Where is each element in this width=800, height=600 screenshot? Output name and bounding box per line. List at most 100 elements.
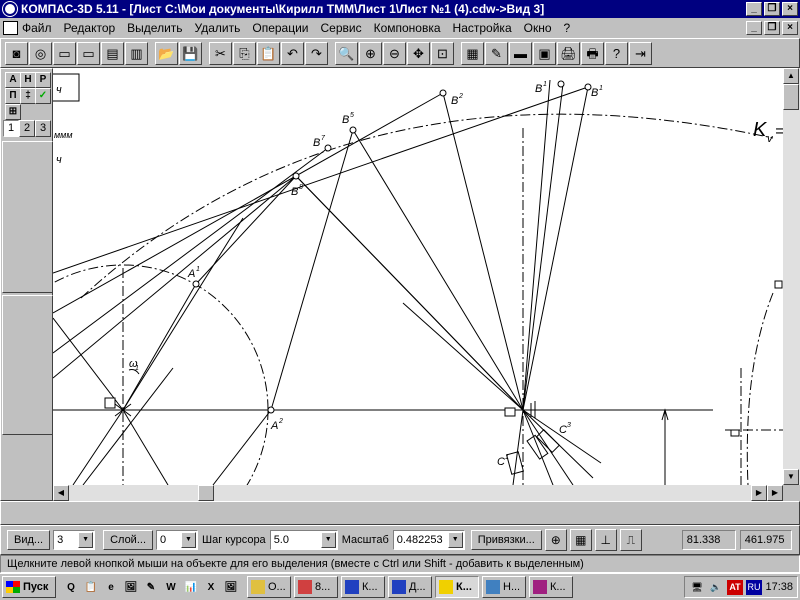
redo-icon[interactable]: ↷ (305, 41, 328, 65)
menu-item-3[interactable]: Удалить (189, 21, 247, 35)
task-button-3[interactable]: Д... (388, 576, 432, 598)
quicklaunch-item-2[interactable]: e (102, 578, 120, 596)
quicklaunch-item-8[interactable]: 🖼 (222, 578, 240, 596)
quicklaunch-item-6[interactable]: 📊 (182, 578, 200, 596)
scroll-end-button[interactable]: ▶ (767, 485, 783, 501)
chevron-down-icon[interactable]: ▼ (78, 532, 94, 548)
quicklaunch-item-3[interactable]: 🖼 (122, 578, 140, 596)
horizontal-scroll-thumb[interactable] (198, 485, 214, 501)
vertical-scroll-thumb[interactable] (783, 84, 799, 110)
tool-check-button[interactable]: ✓ (35, 88, 51, 104)
open-folder-icon[interactable]: 📂 (155, 41, 178, 65)
page-tab-3[interactable]: 3 (35, 120, 51, 137)
task-button-0[interactable]: О... (247, 576, 291, 598)
language-indicator[interactable]: RU (746, 579, 762, 595)
kompas-logo-icon[interactable] (3, 2, 17, 16)
snaps-button[interactable]: Привязки... (470, 530, 542, 550)
layer-icon[interactable]: ▬ (509, 41, 532, 65)
menu-item-9[interactable]: ? (558, 21, 577, 35)
exit-icon[interactable]: ⇥ (629, 41, 652, 65)
network-icon[interactable]: 🖥 (689, 580, 705, 595)
doc-minimize-button[interactable]: _ (746, 21, 762, 35)
new-model-icon[interactable]: ▥ (125, 41, 148, 65)
task-button-1[interactable]: 8... (294, 576, 338, 598)
menu-item-6[interactable]: Компоновка (368, 21, 447, 35)
scroll-up-button[interactable]: ▲ (783, 68, 799, 84)
layer-button[interactable]: Слой... (103, 530, 153, 550)
scroll-left-button[interactable]: ◀ (53, 485, 69, 501)
task-button-4[interactable]: К... (435, 576, 479, 598)
new-spec-icon[interactable]: ▤ (101, 41, 124, 65)
tool-a-button[interactable]: А (5, 72, 21, 88)
menu-item-8[interactable]: Окно (518, 21, 558, 35)
ati-icon[interactable]: AT (727, 579, 743, 595)
zoom-in-icon[interactable]: ⊕ (359, 41, 382, 65)
quicklaunch-item-7[interactable]: X (202, 578, 220, 596)
start-button[interactable]: Пуск (2, 576, 56, 598)
task-button-2[interactable]: К... (341, 576, 385, 598)
print-icon[interactable]: 🖶 (581, 41, 604, 65)
tool-p-button[interactable]: П (5, 88, 21, 104)
new-text-doc-icon[interactable]: ▭ (77, 41, 100, 65)
snap-target-icon[interactable]: ⊕ (544, 529, 567, 551)
tool-dagger-button[interactable]: ‡ (20, 88, 36, 104)
step-mode-icon[interactable]: ⎍ (619, 529, 642, 551)
view-select[interactable]: 3 ▼ (53, 530, 96, 550)
drawing-canvas[interactable]: ч ммм ч K v = B 8 B 7 B 5 B 2 B 1 B 1 A … (53, 68, 783, 485)
cut-icon[interactable]: ✂ (209, 41, 232, 65)
page-tab-1[interactable]: 1 (3, 120, 19, 137)
pan-icon[interactable]: ✥ (407, 41, 430, 65)
cursor-step-select[interactable]: 5.0 ▼ (269, 530, 338, 550)
zoom-window-icon[interactable]: 🔍 (335, 41, 358, 65)
view-button[interactable]: Вид... (7, 530, 51, 550)
menu-item-5[interactable]: Сервис (315, 21, 368, 35)
task-button-6[interactable]: К... (529, 576, 573, 598)
horizontal-scrollbar[interactable]: ◀ ▶ ▶ (53, 485, 783, 501)
quicklaunch-item-4[interactable]: ✎ (142, 578, 160, 596)
grid-toggle-icon[interactable]: ▦ (569, 529, 592, 551)
volume-icon[interactable]: 🔈 (708, 580, 724, 595)
chevron-down-icon[interactable]: ▼ (320, 532, 336, 548)
task-button-5[interactable]: Н... (482, 576, 526, 598)
quicklaunch-item-1[interactable]: 📋 (82, 578, 100, 596)
tool-r-button[interactable]: Р (35, 72, 51, 88)
document-menu-icon[interactable] (3, 21, 18, 35)
menu-item-1[interactable]: Редактор (58, 21, 122, 35)
monitor-icon[interactable]: ▣ (533, 41, 556, 65)
paste-icon[interactable]: 📋 (257, 41, 280, 65)
restore-button[interactable]: ❐ (764, 2, 780, 16)
menu-item-4[interactable]: Операции (246, 21, 314, 35)
scroll-down-button[interactable]: ▼ (783, 469, 799, 485)
tool-grid-button[interactable]: ⊞ (5, 104, 21, 120)
kinematic-drawing[interactable]: ч ммм ч K v = B 8 B 7 B 5 B 2 B 1 B 1 A … (53, 68, 783, 485)
ortho-icon[interactable]: ⊥ (594, 529, 617, 551)
tool-n-button[interactable]: Н (20, 72, 36, 88)
pencil-icon[interactable]: ✎ (485, 41, 508, 65)
save-icon[interactable]: 💾 (179, 41, 202, 65)
copy-icon[interactable]: ⎘ (233, 41, 256, 65)
doc-restore-button[interactable]: ❐ (764, 21, 780, 35)
page-tab-2[interactable]: 2 (19, 120, 35, 137)
vertical-scrollbar[interactable]: ▲ ▼ (783, 68, 800, 485)
print-preview-icon[interactable]: 🖨 (557, 41, 580, 65)
zoom-out-icon[interactable]: ⊖ (383, 41, 406, 65)
new-document-icon[interactable]: ▭ (53, 41, 76, 65)
new-fragment-icon[interactable]: ◎ (29, 41, 52, 65)
zoom-all-icon[interactable]: ⊡ (431, 41, 454, 65)
chevron-down-icon[interactable]: ▼ (447, 532, 463, 548)
scale-select[interactable]: 0.482253 ▼ (392, 530, 465, 550)
scroll-right-button[interactable]: ▶ (751, 485, 767, 501)
menu-item-2[interactable]: Выделить (121, 21, 188, 35)
help-icon[interactable]: ? (605, 41, 628, 65)
grid-icon[interactable]: ▦ (461, 41, 484, 65)
new-sheet-icon[interactable]: ◙ (5, 41, 28, 65)
undo-icon[interactable]: ↶ (281, 41, 304, 65)
layer-select[interactable]: 0 ▼ (156, 530, 198, 550)
close-button[interactable]: × (782, 2, 798, 16)
minimize-button[interactable]: _ (746, 2, 762, 16)
menu-item-7[interactable]: Настройка (447, 21, 518, 35)
quicklaunch-item-0[interactable]: Q (62, 578, 80, 596)
doc-close-button[interactable]: × (782, 21, 798, 35)
quicklaunch-item-5[interactable]: W (162, 578, 180, 596)
chevron-down-icon[interactable]: ▼ (181, 532, 196, 548)
